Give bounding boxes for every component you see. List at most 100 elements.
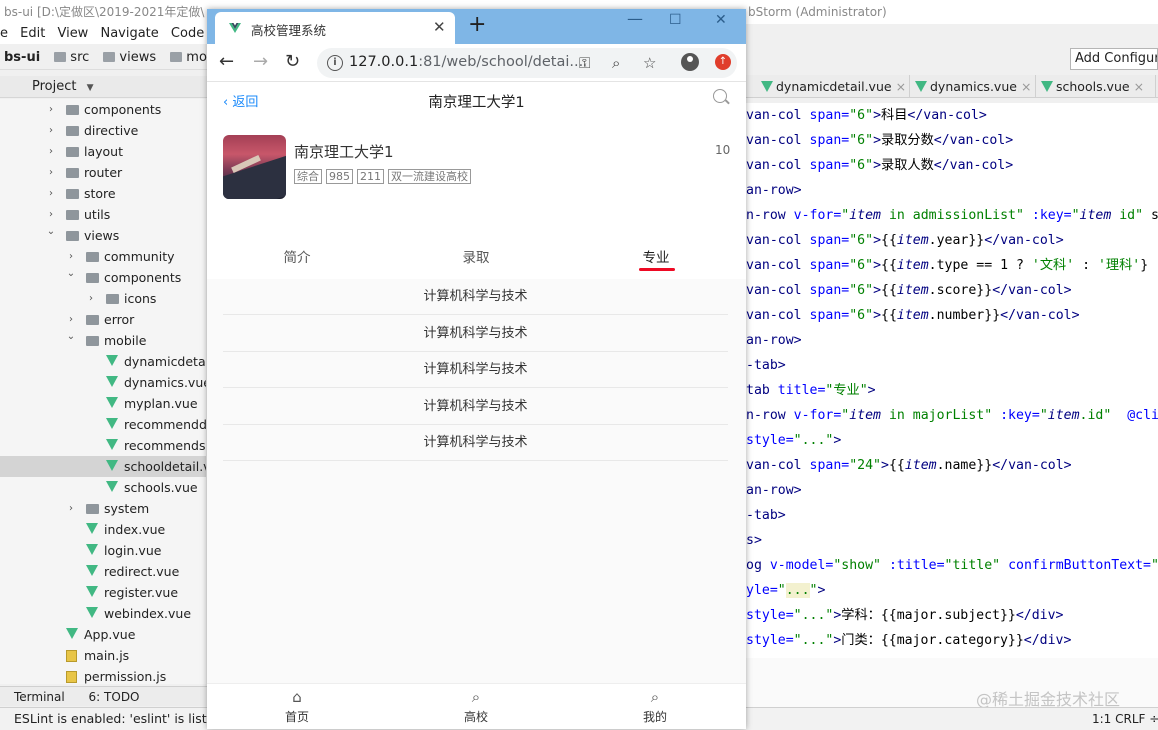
address-bar: ← → ↻ i 127.0.0.1:81/web/school/detai...… [207, 44, 746, 82]
close-window-icon[interactable]: ✕ [715, 12, 727, 28]
js-file-icon [66, 671, 77, 683]
tree-item[interactable]: webindex.vue [0, 603, 206, 624]
tree-item[interactable]: › utils [0, 204, 206, 225]
tab-admission[interactable]: 录取 [386, 241, 566, 275]
tree-item-label: schools.vue [124, 480, 198, 495]
tree-item[interactable]: permission.js [0, 666, 206, 684]
update-icon[interactable]: ↑ [715, 54, 731, 70]
tree-item[interactable]: App.vue [0, 624, 206, 645]
url-input[interactable]: i 127.0.0.1:81/web/school/detai... ⚿ ⌕ ☆ [317, 48, 737, 78]
chevron-right-icon[interactable]: › [46, 120, 56, 141]
search-icon[interactable] [713, 89, 727, 103]
breadcrumb-project[interactable]: bs-ui [0, 50, 40, 65]
tree-item[interactable]: › router [0, 162, 206, 183]
info-icon[interactable]: i [327, 55, 343, 71]
tree-item[interactable]: › layout [0, 141, 206, 162]
chevron-right-icon[interactable]: › [46, 162, 56, 183]
maximize-icon[interactable]: ☐ [669, 12, 682, 28]
vue-file-icon [1041, 81, 1053, 92]
tab-dynamics[interactable]: dynamics.vue × [912, 75, 1036, 97]
tree-item[interactable]: ⌄ components [0, 267, 206, 288]
zoom-icon[interactable]: ⌕ [612, 54, 620, 72]
tree-item[interactable]: › components [0, 99, 206, 120]
tree-item[interactable]: dynamicdetail. [0, 351, 206, 372]
tabbar-home[interactable]: ⌂ 首页 [267, 688, 327, 725]
close-icon[interactable]: × [1134, 79, 1144, 94]
chevron-right-icon[interactable]: › [46, 141, 56, 162]
tree-item-label: register.vue [104, 585, 179, 600]
chevron-right-icon[interactable]: › [46, 183, 56, 204]
chevron-down-icon[interactable]: ⌄ [46, 221, 56, 242]
chevron-down-icon[interactable]: ⌄ [66, 326, 76, 347]
school-image [223, 135, 286, 199]
browser-tab[interactable]: 高校管理系统 ✕ [215, 12, 455, 44]
menu-view[interactable]: View [57, 26, 88, 41]
tab-dynamicdetail[interactable]: dynamicdetail.vue × [758, 75, 910, 97]
tree-item[interactable]: › system [0, 498, 206, 519]
tree-item[interactable]: login.vue [0, 540, 206, 561]
close-icon[interactable]: × [896, 79, 906, 94]
tree-item[interactable]: recommendde [0, 414, 206, 435]
star-icon[interactable]: ☆ [643, 54, 656, 72]
school-name: 南京理工大学1 [294, 143, 394, 161]
back-arrow-icon[interactable]: ← [219, 51, 234, 72]
tree-item[interactable]: index.vue [0, 519, 206, 540]
menu-item[interactable]: e [0, 26, 8, 41]
project-panel-header[interactable]: Project ▼ [0, 76, 210, 98]
chevron-down-icon[interactable]: ▼ [87, 83, 94, 93]
key-icon[interactable]: ⚿ [579, 54, 590, 72]
menu-code[interactable]: Code [171, 26, 204, 41]
tree-item[interactable]: main.js [0, 645, 206, 666]
major-list-item[interactable]: 计算机科学与技术 [223, 352, 728, 388]
menu-navigate[interactable]: Navigate [100, 26, 158, 41]
new-tab-button[interactable]: + [468, 12, 486, 37]
status-position[interactable]: 1:1 CRLF ÷ [1092, 708, 1158, 730]
tree-item[interactable]: › directive [0, 120, 206, 141]
close-icon[interactable]: × [1021, 79, 1031, 94]
chevron-right-icon[interactable]: › [86, 288, 96, 309]
minimize-icon[interactable]: — [627, 9, 643, 28]
tabbar-schools[interactable]: ⌕ 高校 [446, 688, 506, 725]
todo-tab[interactable]: 6: TODO [69, 690, 140, 704]
tree-item[interactable]: schools.vue [0, 477, 206, 498]
chevron-right-icon[interactable]: › [46, 99, 56, 120]
tree-item[interactable]: › error [0, 309, 206, 330]
url-text: 127.0.0.1:81/web/school/detai... [349, 54, 583, 70]
chevron-right-icon[interactable]: › [66, 498, 76, 519]
folder-icon [86, 273, 99, 283]
tree-item[interactable]: › community [0, 246, 206, 267]
tree-item[interactable]: register.vue [0, 582, 206, 603]
menu-edit[interactable]: Edit [20, 26, 45, 41]
major-list-item[interactable]: 计算机科学与技术 [223, 279, 728, 315]
tree-item[interactable]: › store [0, 183, 206, 204]
status-message[interactable]: ESLint is enabled: 'eslint' is listed [0, 711, 222, 726]
tree-item[interactable]: recommends.v [0, 435, 206, 456]
add-configuration-button[interactable]: Add Configura [1070, 48, 1158, 70]
major-list-item[interactable]: 计算机科学与技术 [223, 315, 728, 352]
reload-icon[interactable]: ↻ [285, 51, 300, 72]
chevron-down-icon[interactable]: ⌄ [66, 263, 76, 284]
major-list-item[interactable]: 计算机科学与技术 [223, 425, 728, 461]
close-icon[interactable]: ✕ [433, 18, 446, 36]
bottom-tabbar: ⌂ 首页 ⌕ 高校 ⌕ 我的 [207, 683, 746, 729]
terminal-tab[interactable]: Terminal [0, 690, 65, 704]
profile-avatar-icon[interactable] [681, 53, 699, 71]
breadcrumb-src[interactable]: src [50, 50, 89, 65]
tree-item[interactable]: dynamics.vue [0, 372, 206, 393]
breadcrumb-mobile[interactable]: mol [166, 50, 210, 65]
tab-label: dynamicdetail.vue [776, 79, 892, 94]
breadcrumb-views[interactable]: views [99, 50, 156, 65]
tree-item[interactable]: ⌄ mobile [0, 330, 206, 351]
tab-schools[interactable]: schools.vue × [1038, 75, 1156, 97]
tab-intro[interactable]: 简介 [207, 241, 387, 275]
user-icon: ⌕ [650, 688, 660, 706]
tree-item[interactable]: › icons [0, 288, 206, 309]
tree-item[interactable]: redirect.vue [0, 561, 206, 582]
code-editor[interactable]: van-col span="6">科目</van-col> van-col sp… [746, 103, 1158, 658]
tree-item[interactable]: schooldetail.vu [0, 456, 206, 477]
tree-item[interactable]: ⌄ views [0, 225, 206, 246]
tabbar-mine[interactable]: ⌕ 我的 [625, 688, 685, 725]
forward-arrow-icon[interactable]: → [253, 51, 268, 72]
tree-item[interactable]: myplan.vue [0, 393, 206, 414]
major-list-item[interactable]: 计算机科学与技术 [223, 388, 728, 425]
